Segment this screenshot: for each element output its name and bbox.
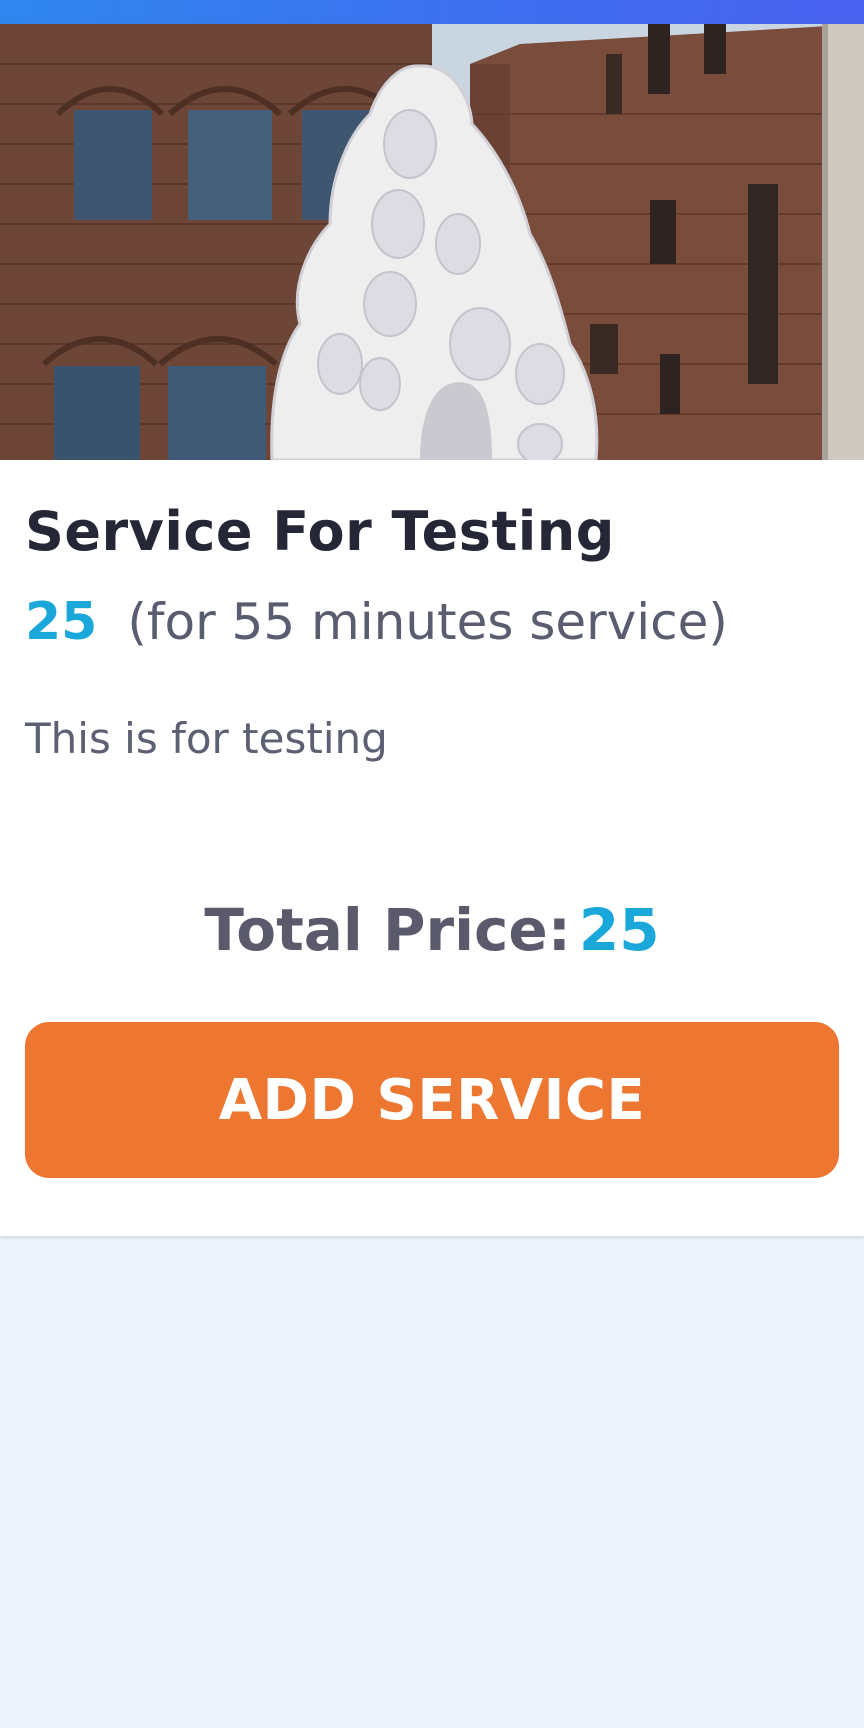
service-duration: (for 55 minutes service) xyxy=(127,593,728,651)
service-image xyxy=(0,24,864,460)
add-service-button[interactable]: ADD SERVICE xyxy=(25,1022,839,1178)
price-row: 25 (for 55 minutes service) xyxy=(25,592,728,662)
total-price-row: Total Price: 25 xyxy=(0,896,864,964)
service-card: Service For Testing 25 (for 55 minutes s… xyxy=(0,24,864,1236)
total-price-label: Total Price: xyxy=(204,896,571,964)
service-description: This is for testing xyxy=(25,714,388,763)
service-price: 25 xyxy=(25,592,98,652)
status-bar xyxy=(0,0,864,24)
service-title: Service For Testing xyxy=(25,500,615,563)
total-price-value: 25 xyxy=(578,896,660,964)
